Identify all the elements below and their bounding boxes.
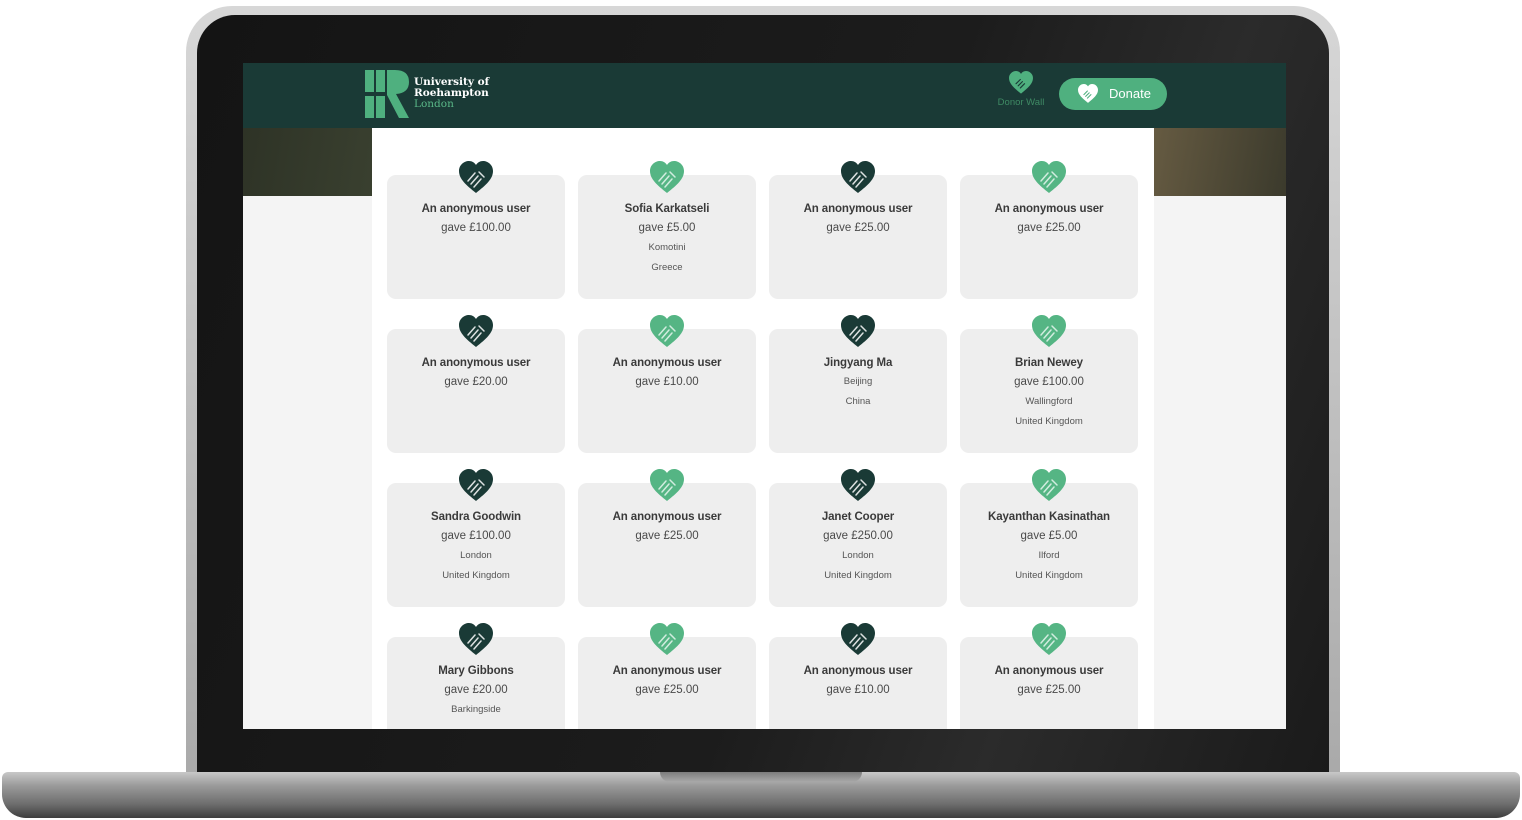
dark-heart-icon [459,161,493,193]
roehampton-r-logo-icon [365,70,409,118]
donor-name: An anonymous user [994,665,1104,677]
donor-card: An anonymous user gave £10.00 [578,315,756,453]
donor-amount: gave £25.00 [1017,222,1081,234]
donor-amount: gave £5.00 [1020,530,1078,542]
donate-button-label: Donate [1109,86,1151,101]
donor-amount: gave £250.00 [823,530,893,542]
donor-name: An anonymous user [803,665,913,677]
donor-name: Mary Gibbons [438,665,514,677]
donor-card: Brian Newey gave £100.00 Wallingford United… [960,315,1138,453]
donor-card: An anonymous user gave £25.00 [578,469,756,607]
donor-amount: gave £100.00 [441,530,511,542]
dark-heart-icon [841,315,875,347]
dark-heart-icon [459,315,493,347]
donor-city: Ilford [1038,550,1060,561]
light-heart-icon [1032,469,1066,501]
donor-amount: gave £10.00 [826,684,890,696]
donor-city: Wallingford [1025,396,1073,407]
university-logo[interactable]: University of Roehampton London [365,68,495,122]
donor-name: An anonymous user [421,357,531,369]
donor-name: An anonymous user [612,357,722,369]
donor-card: An anonymous user gave £20.00 [387,315,565,453]
donor-amount: gave £25.00 [635,684,699,696]
donor-name: Janet Cooper [821,511,895,523]
donor-city: London [842,550,874,561]
dark-heart-icon [841,469,875,501]
donor-wall-label: Donor Wall [997,97,1045,108]
dark-heart-icon [841,161,875,193]
donor-city: Barkingside [451,704,501,715]
donor-country: United Kingdom [442,570,510,581]
dark-heart-icon [841,623,875,655]
donor-wall-panel: An anonymous user gave £100.00 Sofia Karka… [372,128,1154,729]
donor-amount: gave £25.00 [826,222,890,234]
logo-line-3: London [414,98,454,110]
donor-name: An anonymous user [612,665,722,677]
donor-amount: gave £25.00 [1017,684,1081,696]
donor-name: An anonymous user [803,203,913,215]
donor-card: An anonymous user gave £25.00 [960,623,1138,729]
donor-amount: gave £25.00 [635,530,699,542]
light-heart-icon [650,469,684,501]
dark-heart-icon [459,469,493,501]
donor-amount: gave £20.00 [444,376,508,388]
donor-card: An anonymous user gave £10.00 [769,623,947,729]
donor-card: An anonymous user gave £25.00 [960,161,1138,299]
donor-amount: gave £5.00 [638,222,696,234]
site-header: University of Roehampton London Donor Wa… [243,63,1286,128]
donor-card: Sandra Goodwin gave £100.00 London United K… [387,469,565,607]
donor-amount: gave £100.00 [1014,376,1084,388]
donor-card: Janet Cooper gave £250.00 London United Kin… [769,469,947,607]
light-heart-icon [650,623,684,655]
dark-heart-icon [459,623,493,655]
donor-card: An anonymous user gave £25.00 [769,161,947,299]
donor-name: Jingyang Ma [823,357,893,369]
donor-name: Sofia Karkatseli [624,203,710,215]
donor-city: Beijing [843,376,873,387]
donor-card: Jingyang Ma Beijing China [769,315,947,453]
donor-wall-heart-icon [1009,71,1033,94]
donor-country: China [845,396,871,407]
logo-wordmark: University of Roehampton London [414,77,489,110]
donor-name: Sandra Goodwin [431,511,521,523]
donate-button[interactable]: Donate [1059,78,1167,110]
donor-amount: gave £20.00 [444,684,508,696]
donor-country: United Kingdom [1015,570,1083,581]
donate-heart-icon [1078,84,1098,103]
donor-country: United Kingdom [1015,416,1083,427]
light-heart-icon [1032,623,1066,655]
laptop-notch [660,772,862,782]
donor-name: An anonymous user [994,203,1104,215]
donor-country: Greece [651,262,683,273]
donor-amount: gave £100.00 [441,222,511,234]
donor-name: An anonymous user [421,203,531,215]
donor-name: Brian Newey [1015,357,1083,369]
light-heart-icon [650,161,684,193]
donor-card: Kayanthan Kasinathan gave £5.00 Ilford Unit… [960,469,1138,607]
light-heart-icon [1032,315,1066,347]
donor-city: Komotini [648,242,686,253]
donor-city: London [460,550,492,561]
donor-card: An anonymous user gave £25.00 [578,623,756,729]
donor-name: Kayanthan Kasinathan [988,511,1110,523]
donor-card: Mary Gibbons gave £20.00 Barkingside [387,623,565,729]
donor-card: An anonymous user gave £100.00 [387,161,565,299]
browser-screen: University of Roehampton London Donor Wa… [243,63,1286,729]
light-heart-icon [650,315,684,347]
donor-country: United Kingdom [824,570,892,581]
donor-wall-link[interactable]: Donor Wall [991,71,1051,117]
donor-card: Sofia Karkatseli gave £5.00 Komotini Greece [578,161,756,299]
light-heart-icon [1032,161,1066,193]
donor-amount: gave £10.00 [635,376,699,388]
donor-name: An anonymous user [612,511,722,523]
